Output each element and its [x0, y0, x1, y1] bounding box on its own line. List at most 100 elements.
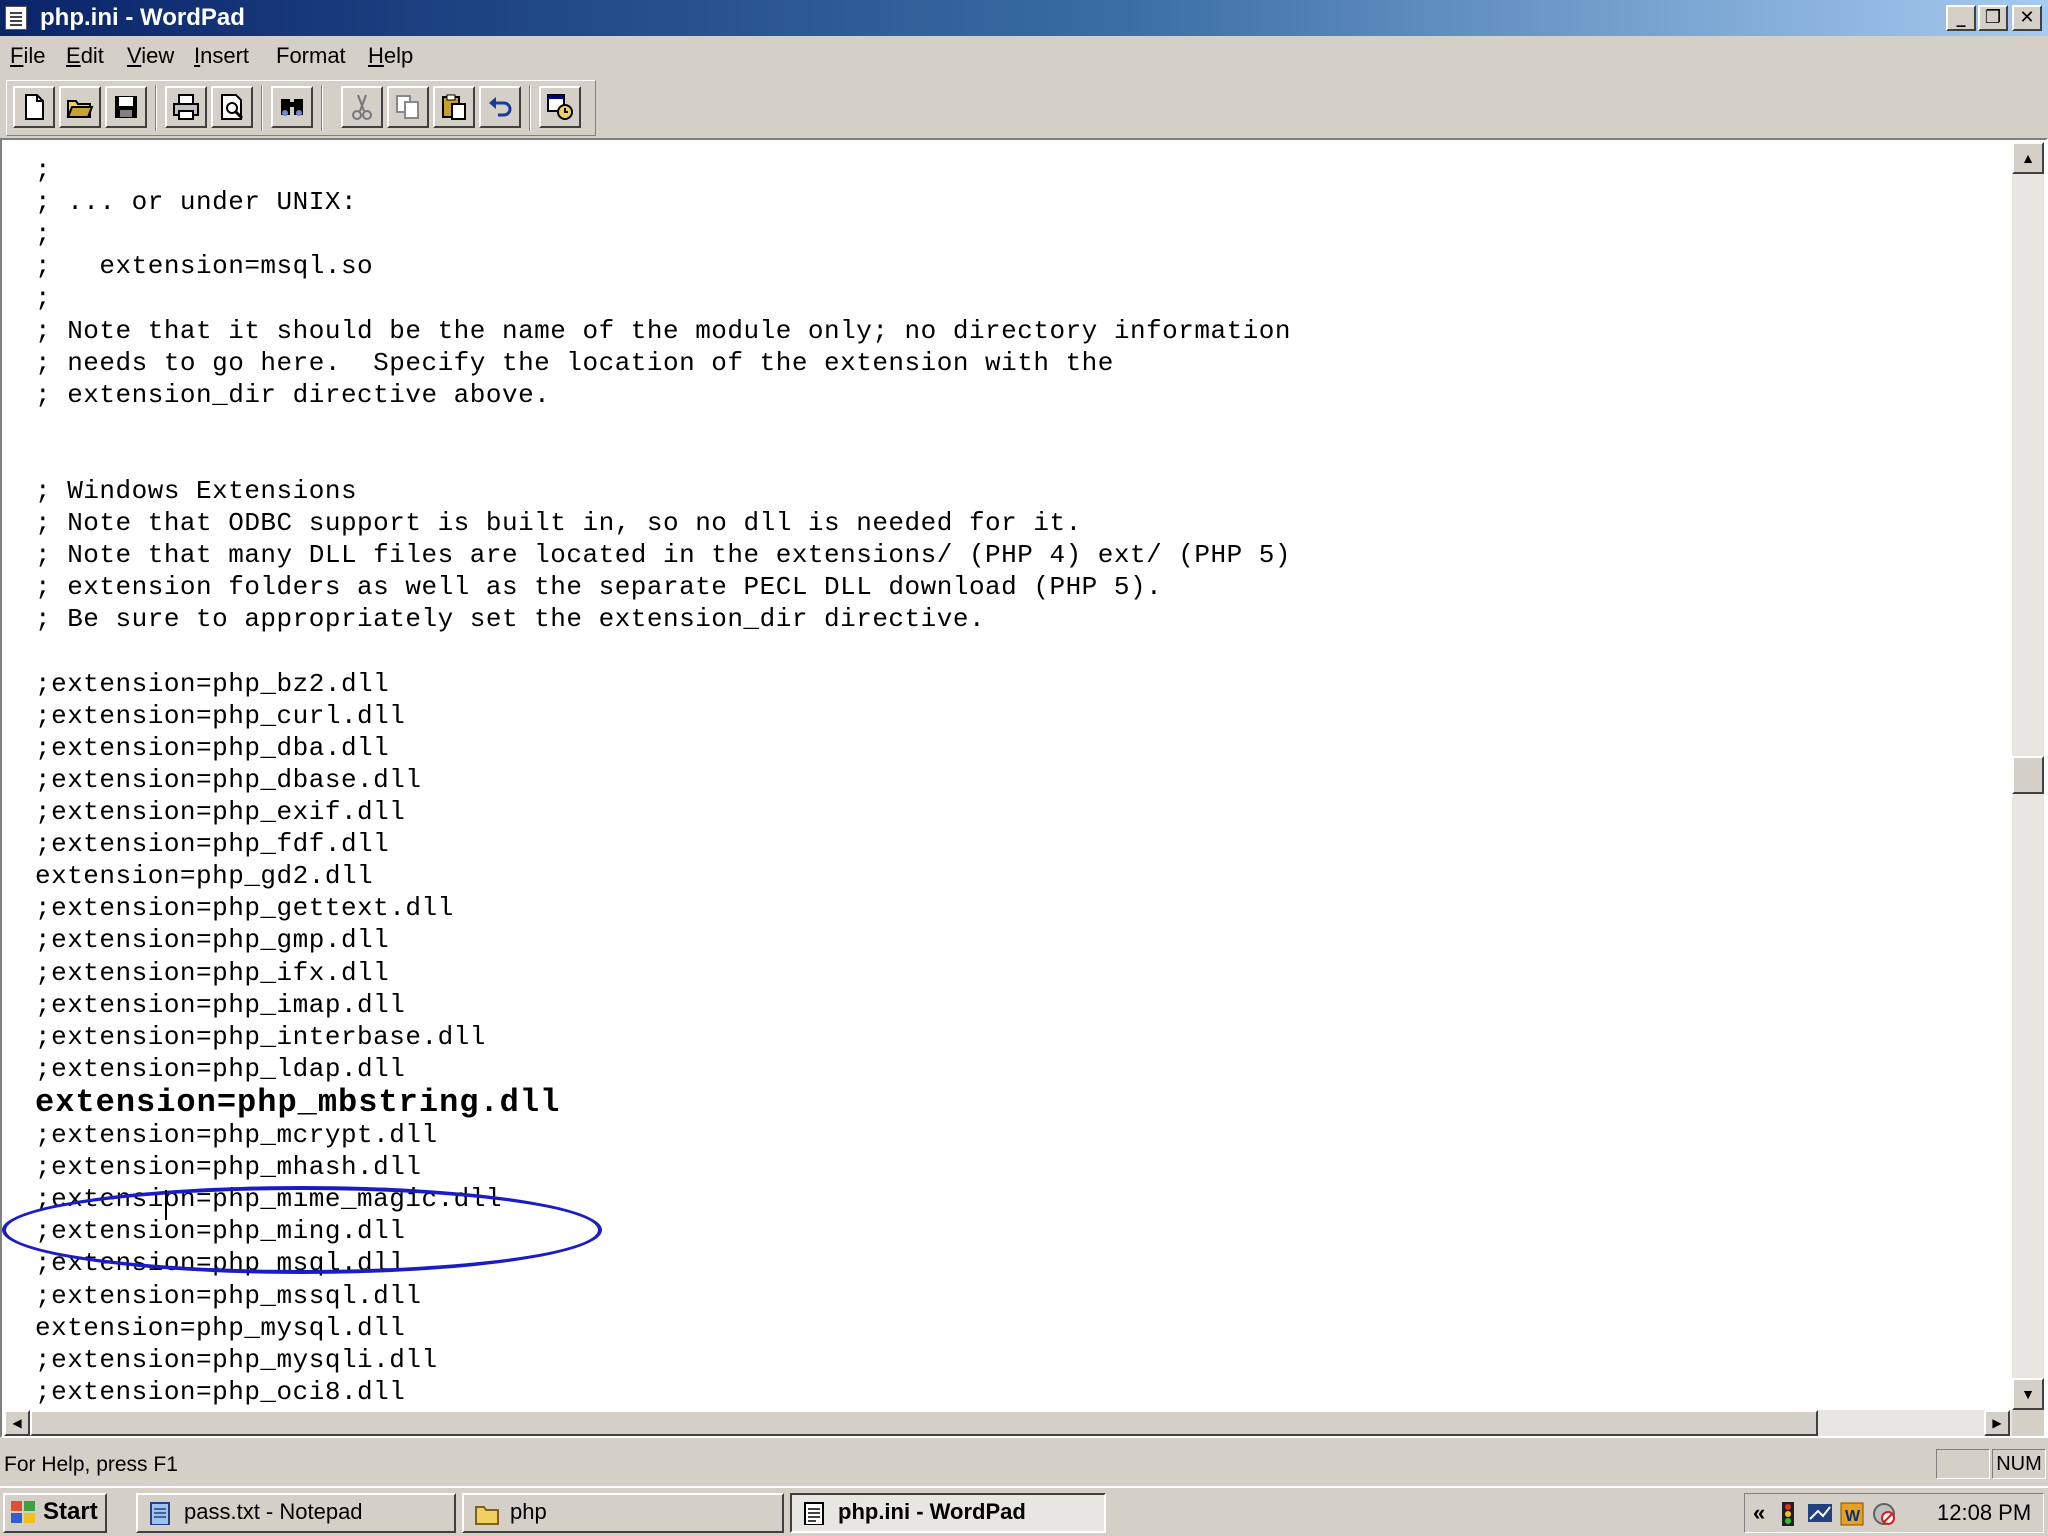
word-icon[interactable]: W [1839, 1501, 1865, 1527]
cut-button[interactable] [341, 86, 383, 128]
highlighted-extension-line: extension=php_mbstring.dll [35, 1083, 561, 1121]
menu-edit-accel: E [66, 43, 81, 68]
tray-expand-chevron[interactable]: « [1753, 1498, 1765, 1528]
scroll-right-button[interactable]: ▶ [1984, 1410, 2010, 1436]
maximize-button[interactable]: ❐ [1978, 5, 2008, 31]
menu-insert[interactable]: Insert [194, 43, 249, 69]
document-line: ;extension=php_imap.dll [35, 989, 406, 1020]
document-line: ; [35, 155, 52, 185]
copy-button[interactable] [387, 86, 429, 128]
windows-logo-icon [11, 1501, 37, 1525]
document-line: ;extension=php_oci8.dll [35, 1376, 406, 1407]
print-preview-button[interactable] [211, 86, 253, 128]
document-line: ;extension=php_interbase.dll [35, 1021, 486, 1052]
start-button[interactable]: Start [3, 1493, 107, 1533]
insert-datetime-button[interactable] [539, 86, 581, 128]
menu-help[interactable]: Help [368, 43, 413, 69]
horizontal-scrollbar[interactable]: ◀ ▶ [4, 1410, 2012, 1436]
task-wordpad-label: php.ini - WordPad [838, 1499, 1026, 1524]
paste-button[interactable] [433, 86, 475, 128]
title-bar[interactable]: php.ini - WordPad _ ❐ ✕ [0, 0, 2048, 36]
document-line: ;extension=php_exif.dll [35, 797, 406, 827]
wordpad-window: php.ini - WordPad _ ❐ ✕ File Edit View I… [0, 0, 2048, 1536]
display-icon[interactable] [1807, 1501, 1833, 1527]
find-button[interactable] [271, 86, 313, 128]
menu-view-accel: V [127, 43, 142, 68]
close-button[interactable]: ✕ [2012, 5, 2042, 31]
open-button[interactable] [59, 86, 101, 128]
taskbar: Start pass.txt - Notepad php php.ini - W… [0, 1486, 2048, 1536]
document-line: ; needs to go here. Specify the location… [35, 347, 1114, 378]
vertical-scroll-thumb[interactable] [2012, 756, 2044, 794]
toolbar [6, 80, 596, 136]
print-button[interactable] [165, 86, 207, 128]
document-line: extension=php_mysql.dll [35, 1312, 406, 1343]
menu-file-accel: F [10, 43, 24, 68]
document-line: ; extension_dir directive above. [35, 379, 551, 410]
minimize-button[interactable]: _ [1946, 5, 1976, 31]
menu-bar: File Edit View Insert Format Help [0, 38, 2048, 76]
menu-format-label: Format [276, 43, 346, 68]
folder-icon [475, 1506, 499, 1525]
document-line: ;extension=php_dbase.dll [35, 764, 422, 795]
task-wordpad[interactable]: php.ini - WordPad [790, 1493, 1106, 1533]
document-text-area[interactable]: ;; ... or under UNIX:;; extension=msql.s… [4, 142, 2012, 1410]
window-title: php.ini - WordPad [40, 4, 245, 31]
task-php-folder-label: php [510, 1499, 547, 1524]
task-notepad-label: pass.txt - Notepad [184, 1499, 363, 1524]
document-line: ;extension=php_ifx.dll [35, 957, 390, 988]
insert-datetime-icon [547, 94, 573, 120]
status-help-text: For Help, press F1 [4, 1453, 178, 1476]
document-line: ;extension=php_mssql.dll [35, 1280, 422, 1311]
document-line: ; Be sure to appropriately set the exten… [35, 604, 986, 635]
scroll-down-button[interactable]: ▼ [2012, 1378, 2044, 1410]
document-line: ;extension=php_dba.dll [35, 732, 390, 763]
toolbar-separator [529, 85, 531, 131]
task-notepad[interactable]: pass.txt - Notepad [136, 1493, 456, 1533]
taskbar-clock[interactable]: 12:08 PM [1937, 1499, 2031, 1527]
menu-view[interactable]: View [127, 43, 174, 69]
document-line: ;extension=php_fdf.dll [35, 829, 390, 860]
menu-edit[interactable]: Edit [66, 43, 104, 69]
menu-view-label: iew [141, 43, 175, 68]
menu-insert-label: nsert [200, 43, 250, 68]
document-frame: ;; ... or under UNIX:;; extension=msql.s… [0, 138, 2048, 1438]
task-php-folder[interactable]: php [462, 1493, 784, 1533]
scroll-up-button[interactable]: ▲ [2012, 142, 2044, 174]
scroll-left-button[interactable]: ◀ [4, 1410, 30, 1436]
traffic-light-icon[interactable] [1775, 1501, 1801, 1527]
document-line: ; ... or under UNIX: [35, 187, 358, 218]
menu-format[interactable]: Format [276, 43, 346, 69]
status-bar: For Help, press F1 NUM [0, 1446, 2048, 1482]
start-label: Start [43, 1498, 98, 1525]
find-icon [281, 99, 303, 116]
print-preview-icon [221, 94, 244, 120]
wordpad-document-icon[interactable] [5, 6, 27, 30]
document-line: ; extension folders as well as the separ… [35, 572, 1163, 603]
toolbar-separator [155, 85, 157, 131]
menu-file-label: ile [23, 43, 46, 68]
menu-edit-label: dit [80, 43, 104, 68]
vertical-scrollbar[interactable]: ▲ ▼ [2012, 142, 2044, 1410]
wordpad-icon [804, 1502, 824, 1525]
new-icon [25, 94, 44, 120]
new-button[interactable] [13, 86, 55, 128]
menu-help-accel: H [368, 43, 384, 68]
document-line: ;extension=php_gettext.dll [35, 893, 454, 924]
document-line: ; [35, 283, 52, 314]
print-icon [173, 94, 199, 120]
menu-help-label: elp [383, 43, 414, 68]
document-line: ;extension=php_ming.dll [35, 1216, 406, 1247]
scrollbar-corner [2012, 1410, 2044, 1436]
horizontal-scroll-thumb[interactable] [30, 1410, 1818, 1436]
save-icon [115, 96, 137, 118]
undo-button[interactable] [479, 86, 521, 128]
document-line: ;extension=php_mhash.dll [35, 1152, 422, 1183]
menu-file[interactable]: File [10, 43, 45, 69]
save-button[interactable] [105, 86, 147, 128]
document-line: ; [35, 219, 52, 250]
document-line: ; Note that many DLL files are located i… [35, 540, 1291, 571]
document-line: ;extension=php_mime_magic.dll [35, 1184, 502, 1215]
network-blocked-icon[interactable] [1871, 1501, 1897, 1527]
document-line: ;extension=php_msql.dll [35, 1248, 406, 1279]
